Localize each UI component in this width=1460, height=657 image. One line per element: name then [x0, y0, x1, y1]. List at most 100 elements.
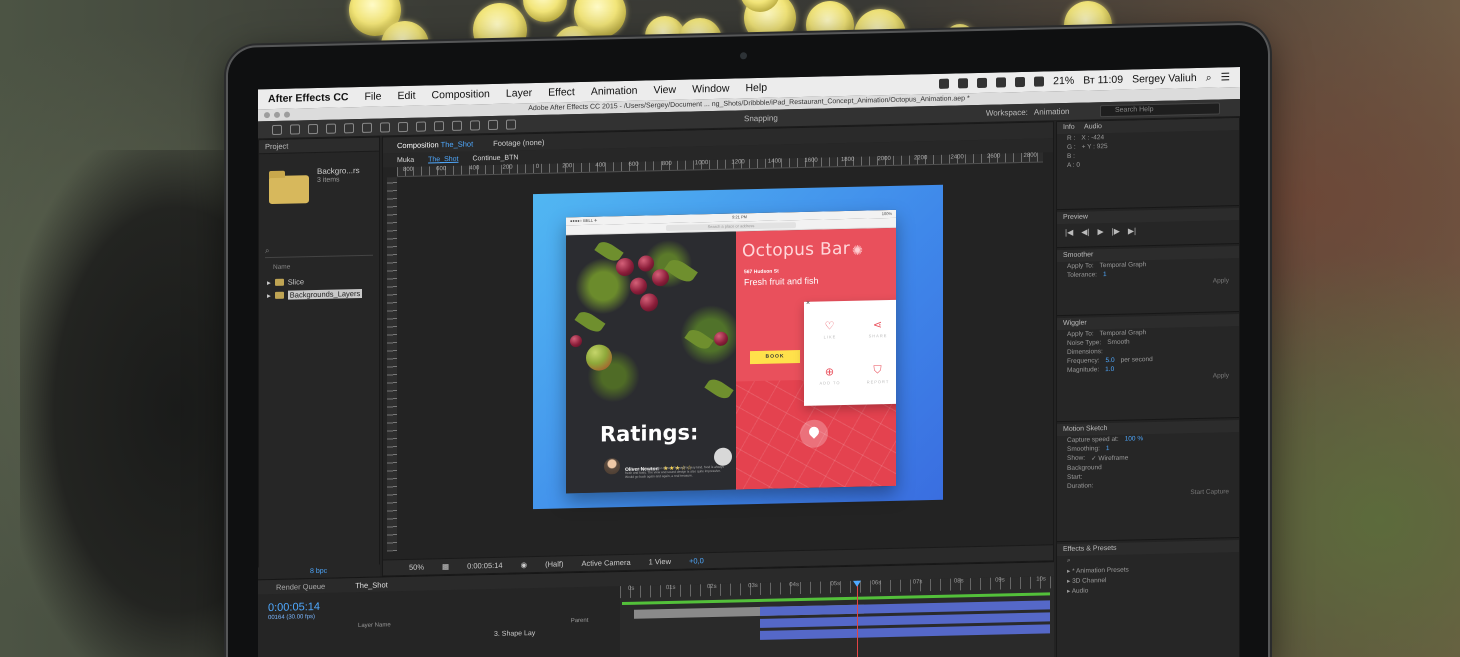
project-panel-header[interactable]: Project: [259, 137, 379, 155]
info-g: G :: [1067, 143, 1076, 151]
ruler-tick-label: 200: [502, 164, 513, 171]
camera-tool-icon[interactable]: [344, 122, 354, 133]
noise-type-dropdown[interactable]: Smooth: [1107, 339, 1129, 347]
parent-column[interactable]: Parent: [571, 618, 589, 624]
project-row[interactable]: ▸ Backgrounds_Layers: [267, 288, 363, 300]
workspace-value[interactable]: Animation: [1034, 107, 1070, 117]
playhead[interactable]: [856, 580, 858, 657]
dropbox-icon[interactable]: [939, 78, 950, 89]
tab-audio[interactable]: Audio: [1084, 123, 1102, 130]
next-frame-button[interactable]: |▶: [1112, 227, 1120, 236]
tolerance-value[interactable]: 1: [1103, 271, 1107, 278]
grid-icon[interactable]: ▦: [442, 562, 449, 571]
composition-canvas[interactable]: ●●●●○ BELL ✈ 9:21 PM 100% Search a place…: [533, 184, 943, 510]
breadcrumb-item-active[interactable]: The_Shot: [428, 155, 458, 163]
type-tool-icon[interactable]: [416, 121, 426, 132]
breadcrumb-item[interactable]: Muka: [397, 156, 414, 163]
brush-tool-icon[interactable]: [434, 120, 444, 131]
last-frame-button[interactable]: ▶|: [1128, 226, 1136, 235]
background-checkbox[interactable]: Background: [1067, 464, 1102, 472]
twitter-icon[interactable]: [996, 77, 1007, 88]
eraser-tool-icon[interactable]: [470, 119, 480, 131]
pen-tool-icon[interactable]: [398, 121, 408, 132]
ruler-tick-label: 2200: [913, 155, 928, 162]
user-name[interactable]: Sergey Valiuh: [1132, 72, 1197, 85]
project-search-input[interactable]: ⌕: [265, 243, 373, 259]
disclosure-triangle-icon[interactable]: ▸: [267, 278, 271, 287]
hand-tool-icon[interactable]: [290, 123, 300, 135]
search-help-input[interactable]: Search Help: [1100, 101, 1220, 117]
menu-window[interactable]: Window: [692, 83, 729, 96]
zoom-tool-icon[interactable]: [308, 123, 318, 134]
roto-brush-tool-icon[interactable]: [488, 119, 498, 130]
puppet-tool-icon[interactable]: [506, 118, 516, 130]
view-layout-dropdown[interactable]: 1 View: [649, 557, 671, 567]
timeline-tracks[interactable]: 0s 01s 02s 03s 04s 05s 06s 07s 08s 09s 10s: [620, 576, 1054, 657]
disclosure-triangle-icon[interactable]: ▸: [267, 291, 271, 300]
smoother-apply-button[interactable]: Apply: [1213, 277, 1229, 284]
menu-help[interactable]: Help: [745, 82, 767, 94]
apply-to-dropdown[interactable]: Temporal Graph: [1100, 329, 1147, 337]
menu-edit[interactable]: Edit: [397, 90, 415, 102]
behance-icon[interactable]: [977, 77, 988, 88]
battery-percent[interactable]: 21%: [1053, 75, 1074, 87]
magnitude-value[interactable]: 1.0: [1105, 366, 1114, 373]
tab-info[interactable]: Info: [1063, 124, 1075, 131]
workspace-selector[interactable]: Workspace: Animation: [986, 107, 1070, 118]
resolution-dropdown[interactable]: (Half): [545, 559, 563, 568]
wifi-icon[interactable]: [1015, 76, 1026, 88]
rotate-tool-icon[interactable]: [326, 123, 336, 134]
camera-dropdown[interactable]: Active Camera: [581, 558, 630, 568]
menu-file[interactable]: File: [365, 91, 382, 103]
info-y: + Y : 925: [1081, 143, 1108, 151]
magnification-dropdown[interactable]: 50%: [409, 563, 424, 572]
cloud-icon[interactable]: [958, 78, 969, 89]
restaurant-address: 567 Hudson St: [744, 268, 779, 276]
shape-tool-icon[interactable]: [380, 121, 390, 133]
wireframe-checkbox[interactable]: ✓ Wireframe: [1091, 454, 1128, 463]
wiggler-apply-button[interactable]: Apply: [1213, 372, 1229, 379]
volume-icon[interactable]: [1034, 76, 1045, 87]
close-window-button[interactable]: [264, 112, 270, 119]
layer-name-column[interactable]: Layer Name: [358, 622, 391, 629]
previous-frame-button[interactable]: ◀|: [1081, 227, 1089, 236]
capture-speed-value[interactable]: 100 %: [1125, 435, 1143, 442]
pan-behind-tool-icon[interactable]: [362, 122, 372, 133]
menu-app-name[interactable]: After Effects CC: [268, 91, 349, 105]
start-capture-button[interactable]: Start Capture: [1190, 488, 1229, 496]
notification-center-icon[interactable]: ☰: [1221, 71, 1230, 83]
menu-effect[interactable]: Effect: [548, 86, 575, 99]
menu-layer[interactable]: Layer: [506, 87, 532, 100]
clock[interactable]: Вт 11:09: [1083, 74, 1123, 87]
parent-dropdown[interactable]: 3. Shape Lay: [494, 630, 535, 638]
zoom-window-button[interactable]: [284, 111, 290, 118]
snapshot-icon[interactable]: ◉: [521, 560, 528, 569]
tab-composition[interactable]: Composition The_Shot: [397, 139, 473, 150]
minimize-window-button[interactable]: [274, 111, 280, 118]
first-frame-button[interactable]: |◀: [1065, 228, 1073, 237]
project-panel: Project Backgro...rs 3 items ⌕ Name ▸ Sl…: [258, 136, 380, 580]
selection-tool-icon[interactable]: [272, 124, 282, 135]
frequency-value[interactable]: 5.0: [1106, 357, 1115, 364]
folder-icon: [274, 291, 284, 299]
tab-the-shot[interactable]: The_Shot: [355, 580, 388, 590]
menu-animation[interactable]: Animation: [591, 85, 638, 98]
snapping-toggle[interactable]: Snapping: [744, 114, 778, 124]
timeline-timecode[interactable]: 0:00:05:14: [268, 601, 320, 614]
menu-view[interactable]: View: [654, 84, 677, 97]
name-column-header[interactable]: Name: [273, 264, 290, 271]
apply-to-dropdown[interactable]: Temporal Graph: [1100, 261, 1147, 269]
tab-render-queue[interactable]: Render Queue: [276, 581, 325, 591]
menu-composition[interactable]: Composition: [432, 88, 490, 101]
time-tick-label: 02s: [706, 583, 717, 591]
breadcrumb-item[interactable]: Continue_BTN: [472, 154, 518, 162]
smoothing-value[interactable]: 1: [1106, 445, 1110, 452]
spotlight-icon[interactable]: ⌕: [1206, 71, 1212, 84]
current-time[interactable]: 0:00:05:14: [467, 561, 502, 571]
exposure-value[interactable]: +0,0: [689, 556, 704, 565]
play-button[interactable]: ▶: [1097, 227, 1103, 236]
ruler-tick-label: 1600: [804, 157, 818, 164]
clone-tool-icon[interactable]: [452, 120, 462, 131]
project-row[interactable]: ▸ Slice: [267, 277, 304, 287]
tab-footage[interactable]: Footage (none): [493, 137, 544, 147]
